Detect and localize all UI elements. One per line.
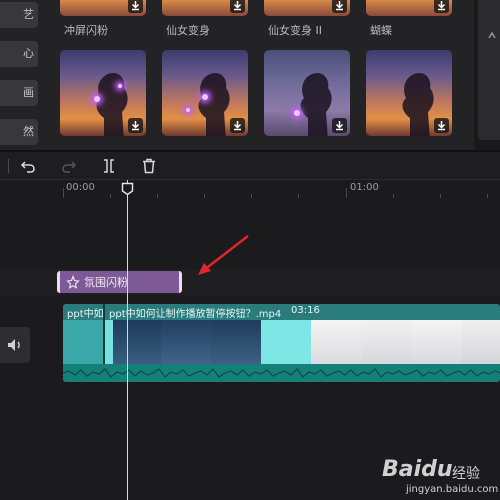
split-icon (104, 159, 114, 173)
watermark-brand-cn: 经验 (452, 466, 480, 482)
sparkle-icon (94, 96, 100, 102)
video-frame (113, 320, 161, 364)
download-icon[interactable] (434, 118, 449, 133)
effect-tile-row2-2[interactable] (162, 50, 248, 136)
effect-tile-row2-1[interactable] (60, 50, 146, 136)
effect-tile-xiannv-bianshen-2[interactable] (264, 0, 350, 16)
ruler-tick (487, 194, 488, 198)
undo-button[interactable] (19, 157, 37, 175)
ruler-label-1min: 01:00 (350, 182, 379, 193)
redo-button[interactable] (60, 157, 78, 175)
ruler-tick (346, 188, 347, 198)
watermark-brand: Baidu (382, 457, 453, 482)
effect-clip[interactable]: 氛围闪粉 (57, 271, 182, 293)
ruler-tick (440, 194, 441, 198)
ruler-label-start: 00:00 (66, 182, 95, 193)
toolbar-separator (8, 159, 9, 173)
timeline-panel[interactable]: 00:00 01:00 氛围闪粉 ppt中如 ppt中如何让制作播放暂停按钮？.… (0, 180, 500, 500)
ruler-tick (157, 194, 158, 198)
ruler-tick (110, 194, 111, 198)
sparkle-icon (186, 108, 190, 112)
video-clip[interactable]: ppt中如 ppt中如何让制作播放暂停按钮？.mp4 03:16 (63, 304, 500, 382)
redo-icon (62, 161, 77, 173)
annotation-arrow (190, 230, 260, 280)
effect-label-3: 仙女变身 II (268, 24, 322, 37)
effect-label-4: 蝴蝶 (370, 24, 392, 37)
category-item-1[interactable]: 艺 (0, 2, 38, 28)
download-icon[interactable] (230, 0, 245, 13)
timeline-toolbar (0, 152, 500, 180)
effect-star-icon (66, 275, 80, 289)
trash-icon (143, 158, 155, 174)
effect-label-1: 冲屏闪粉 (64, 24, 108, 37)
video-frame (161, 320, 211, 364)
video-clip-duration: 03:16 (291, 305, 320, 316)
watermark-url: jingyan.baidu.com (406, 484, 499, 495)
video-frame (461, 320, 500, 364)
category-item-3[interactable]: 画 (0, 80, 38, 106)
sparkle-icon (118, 84, 122, 88)
baidu-jingyan-watermark: Baidu 经验 jingyan.baidu.com (380, 455, 500, 500)
effects-category-sidebar: 艺 心 画 然 (0, 0, 48, 150)
effect-tile-xiannv-bianshen[interactable] (162, 0, 248, 16)
effects-grid: 冲屏闪粉 仙女变身 仙女变身 II 蝴蝶 (52, 0, 472, 150)
video-frame (411, 320, 461, 364)
ruler-tick (393, 194, 394, 198)
video-frame (261, 320, 311, 364)
ruler-tick (63, 188, 64, 198)
ruler-tick (251, 194, 252, 198)
track-audio-button[interactable] (0, 327, 30, 363)
effect-clip-label: 氛围闪粉 (84, 276, 128, 289)
effect-tile-hudie[interactable] (366, 0, 452, 16)
download-icon[interactable] (128, 0, 143, 13)
video-frame (211, 320, 261, 364)
download-icon[interactable] (230, 118, 245, 133)
category-item-4[interactable]: 然 (0, 119, 38, 145)
playhead-line[interactable] (127, 180, 128, 500)
category-item-2[interactable]: 心 (0, 41, 38, 67)
download-icon[interactable] (434, 0, 449, 13)
effect-tile-chongping-shanfen[interactable] (60, 0, 146, 16)
video-frame (311, 320, 361, 364)
effect-tile-row2-3[interactable] (264, 50, 350, 136)
effects-panel: 艺 心 画 然 冲屏闪粉 仙女变身 仙女变身 II 蝴蝶 (0, 0, 500, 150)
preview-frame (478, 0, 500, 140)
scroll-arrow-icon[interactable] (488, 30, 496, 42)
video-thumbnails (63, 320, 500, 364)
video-clip-header: ppt中如 ppt中如何让制作播放暂停按钮？.mp4 03:16 (63, 304, 500, 320)
effect-label-2: 仙女变身 (166, 24, 210, 37)
sparkle-icon (294, 110, 300, 116)
effect-tile-row2-4[interactable] (366, 50, 452, 136)
player-preview-panel (474, 0, 500, 150)
download-icon[interactable] (332, 118, 347, 133)
split-button[interactable] (100, 157, 118, 175)
download-icon[interactable] (332, 0, 347, 13)
audio-waveform (63, 364, 500, 382)
undo-icon (20, 161, 35, 173)
video-frame (63, 320, 103, 364)
ruler-tick (204, 194, 205, 198)
video-frame (361, 320, 411, 364)
time-ruler[interactable]: 00:00 01:00 (0, 180, 500, 198)
download-icon[interactable] (128, 118, 143, 133)
playhead-handle[interactable] (121, 182, 134, 196)
video-editor: 艺 心 画 然 冲屏闪粉 仙女变身 仙女变身 II 蝴蝶 00:00 01:00… (0, 0, 500, 500)
video-clip-name: ppt中如何让制作播放暂停按钮？.mp4 (109, 309, 282, 320)
delete-button[interactable] (140, 157, 158, 175)
sparkle-icon (202, 94, 208, 100)
video-clip-short-name: ppt中如 (67, 309, 104, 320)
speaker-icon (8, 339, 20, 351)
ruler-tick (298, 194, 299, 198)
